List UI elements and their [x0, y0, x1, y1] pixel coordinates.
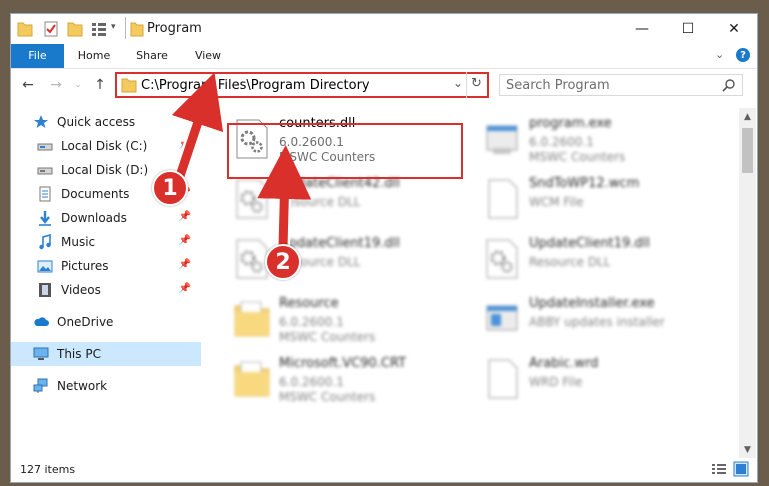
arrow-2 — [257, 145, 312, 249]
step-badge-2: 2 — [265, 244, 301, 280]
arrow-1 — [171, 72, 224, 178]
annotation-arrows — [171, 72, 312, 255]
step-badge-1: 1 — [152, 170, 188, 206]
